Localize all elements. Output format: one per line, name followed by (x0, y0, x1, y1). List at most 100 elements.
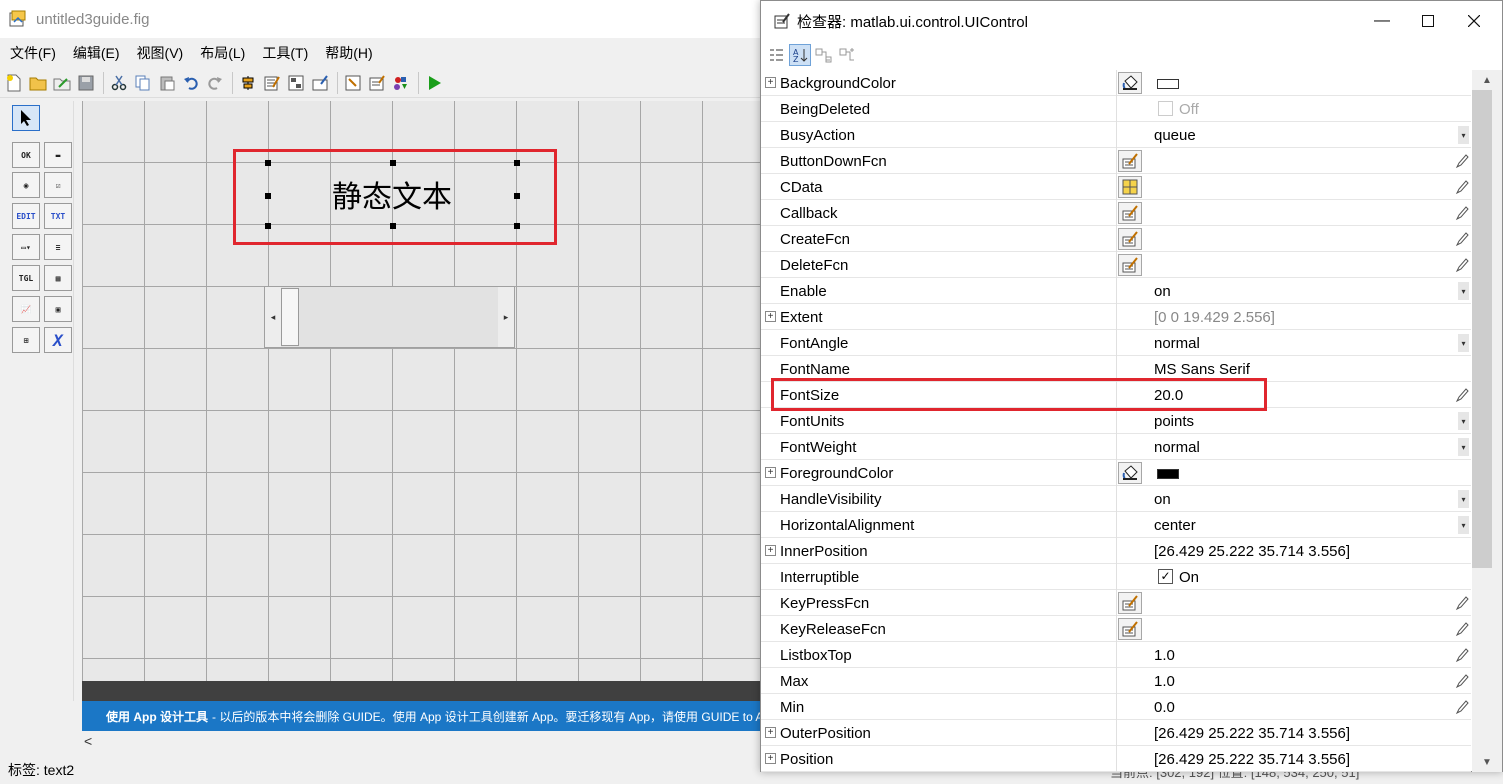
scroll-thumb[interactable] (1472, 90, 1492, 568)
prop-value[interactable]: queue (1154, 127, 1196, 144)
callback-editor-icon[interactable] (1118, 228, 1142, 250)
prop-row-foregroundcolor[interactable]: + ForegroundColor (761, 460, 1471, 486)
collapse-all-icon[interactable] (837, 44, 859, 66)
prop-value[interactable]: MS Sans Serif (1154, 361, 1250, 378)
prop-row-extent[interactable]: + Extent [0 0 19.429 2.556] (761, 304, 1471, 330)
dropdown-arrow-icon[interactable]: ▾ (1458, 126, 1469, 144)
axes-tool-icon[interactable]: 📈 (12, 296, 40, 322)
prop-row-beingdeleted[interactable]: BeingDeleted Off (761, 96, 1471, 122)
prop-row-enable[interactable]: Enable on ▾ (761, 278, 1471, 304)
edit-pencil-icon[interactable] (1455, 673, 1469, 689)
prop-value[interactable]: [0 0 19.429 2.556] (1154, 309, 1275, 326)
color-picker-icon[interactable] (1118, 72, 1142, 94)
toolbar-editor-icon[interactable] (309, 72, 331, 94)
static-text-tool-icon[interactable]: TXT (44, 203, 72, 229)
menu-item-1[interactable]: 编辑(E) (73, 43, 120, 63)
prop-value[interactable]: [26.429 25.222 35.714 3.556] (1154, 751, 1350, 768)
prop-row-backgroundcolor[interactable]: + BackgroundColor (761, 70, 1471, 96)
prop-row-deletefcn[interactable]: DeleteFcn (761, 252, 1471, 278)
prop-value[interactable]: on (1154, 491, 1171, 508)
expand-plus-icon[interactable]: + (765, 545, 776, 556)
edit-pencil-icon[interactable] (1455, 595, 1469, 611)
prop-value[interactable]: [26.429 25.222 35.714 3.556] (1154, 725, 1350, 742)
select-tool-icon[interactable] (12, 105, 40, 131)
expand-plus-icon[interactable]: + (765, 753, 776, 764)
slider-thumb[interactable] (281, 288, 299, 346)
prop-row-keyreleasefcn[interactable]: KeyReleaseFcn (761, 616, 1471, 642)
copy-icon[interactable] (132, 72, 154, 94)
expand-plus-icon[interactable]: + (765, 311, 776, 322)
prop-row-innerposition[interactable]: + InnerPosition [26.429 25.222 35.714 3.55… (761, 538, 1471, 564)
edit-text-tool-icon[interactable]: EDIT (12, 203, 40, 229)
prop-row-min[interactable]: Min 0.0 (761, 694, 1471, 720)
edit-pencil-icon[interactable] (1455, 699, 1469, 715)
prop-row-busyaction[interactable]: BusyAction queue ▾ (761, 122, 1471, 148)
dropdown-arrow-icon[interactable]: ▾ (1458, 282, 1469, 300)
listbox-tool-icon[interactable]: ≡ (44, 234, 72, 260)
slider-tool-icon[interactable]: ▬ (44, 142, 72, 168)
prop-row-fontunits[interactable]: FontUnits points ▾ (761, 408, 1471, 434)
menu-editor-icon[interactable] (261, 72, 283, 94)
prop-value[interactable]: points (1154, 413, 1194, 430)
edit-pencil-icon[interactable] (1455, 231, 1469, 247)
edit-pencil-icon[interactable] (1455, 153, 1469, 169)
menu-item-2[interactable]: 视图(V) (137, 43, 184, 63)
slider-left-arrow-icon[interactable]: ◂ (265, 287, 281, 347)
color-picker-icon[interactable] (1118, 462, 1142, 484)
object-browser-icon[interactable] (390, 72, 412, 94)
expand-all-icon[interactable] (813, 44, 835, 66)
dropdown-arrow-icon[interactable]: ▾ (1458, 516, 1469, 534)
dropdown-arrow-icon[interactable]: ▾ (1458, 412, 1469, 430)
prop-row-buttondownfcn[interactable]: ButtonDownFcn (761, 148, 1471, 174)
slider-right-arrow-icon[interactable]: ▸ (498, 287, 514, 347)
prop-row-handlevisibility[interactable]: HandleVisibility on ▾ (761, 486, 1471, 512)
prop-row-interruptible[interactable]: Interruptible ✓ On (761, 564, 1471, 590)
prop-row-createfcn[interactable]: CreateFcn (761, 226, 1471, 252)
dropdown-arrow-icon[interactable]: ▾ (1458, 438, 1469, 456)
dropdown-arrow-icon[interactable]: ▾ (1458, 490, 1469, 508)
undo-icon[interactable] (180, 72, 202, 94)
prop-value[interactable]: 1.0 (1154, 673, 1175, 690)
slider-control[interactable]: ◂ ▸ (264, 286, 515, 348)
radiobutton-tool-icon[interactable]: ◉ (12, 172, 40, 198)
prop-row-outerposition[interactable]: + OuterPosition [26.429 25.222 35.714 3.55… (761, 720, 1471, 746)
categorized-view-icon[interactable] (765, 44, 787, 66)
prop-row-max[interactable]: Max 1.0 (761, 668, 1471, 694)
panel-tool-icon[interactable]: ▣ (44, 296, 72, 322)
run-icon[interactable] (423, 72, 445, 94)
callback-editor-icon[interactable] (1118, 618, 1142, 640)
save-icon[interactable] (75, 72, 97, 94)
editor-icon[interactable] (342, 72, 364, 94)
prop-value[interactable]: normal (1154, 439, 1200, 456)
prop-value[interactable]: normal (1154, 335, 1200, 352)
prop-value[interactable]: on (1154, 283, 1171, 300)
tab-order-editor-icon[interactable] (285, 72, 307, 94)
callback-editor-icon[interactable] (1118, 254, 1142, 276)
prop-row-listboxtop[interactable]: ListboxTop 1.0 (761, 642, 1471, 668)
prop-value[interactable]: center (1154, 517, 1196, 534)
menu-item-3[interactable]: 布局(L) (200, 43, 245, 63)
callback-editor-icon[interactable] (1118, 202, 1142, 224)
toggle-button-tool-icon[interactable]: TGL (12, 265, 40, 291)
redo-icon[interactable] (204, 72, 226, 94)
expand-plus-icon[interactable]: + (765, 77, 776, 88)
callback-editor-icon[interactable] (1118, 150, 1142, 172)
edit-pencil-icon[interactable] (1455, 621, 1469, 637)
minimize-icon[interactable]: — (1359, 1, 1405, 41)
new-file-icon[interactable] (3, 72, 25, 94)
inspector-vertical-scrollbar[interactable]: ▲ ▼ (1472, 70, 1502, 772)
prop-row-position[interactable]: + Position [26.429 25.222 35.714 3.556] (761, 746, 1471, 772)
checkbox[interactable]: ✓ (1158, 569, 1173, 584)
scroll-down-arrow-icon[interactable]: ▼ (1472, 752, 1502, 772)
menu-item-4[interactable]: 工具(T) (262, 43, 308, 63)
prop-value[interactable]: 1.0 (1154, 647, 1175, 664)
align-objects-icon[interactable] (237, 72, 259, 94)
edit-pencil-icon[interactable] (1455, 257, 1469, 273)
cdata-grid-icon[interactable] (1118, 176, 1142, 198)
checkbox-tool-icon[interactable]: ☑ (44, 172, 72, 198)
edit-pencil-icon[interactable] (1455, 647, 1469, 663)
prop-value[interactable]: 0.0 (1154, 699, 1175, 716)
prop-row-fontangle[interactable]: FontAngle normal ▾ (761, 330, 1471, 356)
sort-alphabetical-icon[interactable]: AZ (789, 44, 811, 66)
edit-pencil-icon[interactable] (1455, 205, 1469, 221)
